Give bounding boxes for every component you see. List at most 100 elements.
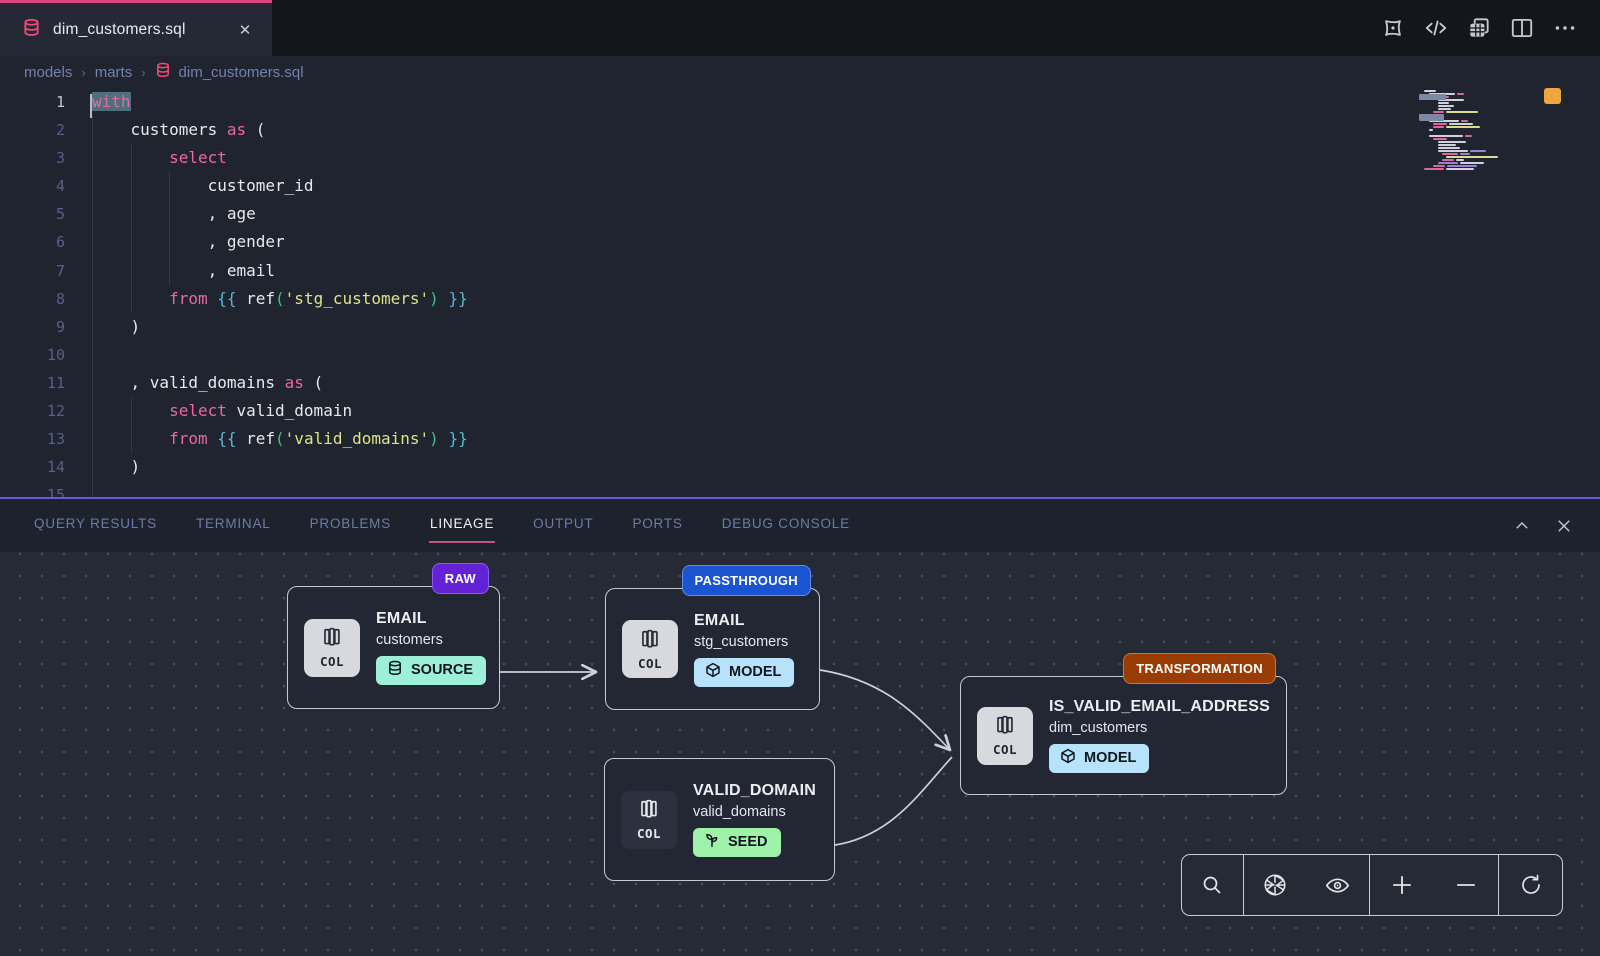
code-icon[interactable] xyxy=(1423,15,1449,41)
code-line[interactable]: 4 customer_id xyxy=(0,172,1600,200)
query-results-icon[interactable] xyxy=(1466,15,1492,41)
close-icon[interactable] xyxy=(1550,512,1578,540)
zoom-in-icon[interactable] xyxy=(1374,855,1430,915)
line-number: 4 xyxy=(0,172,65,200)
columns-icon xyxy=(639,628,661,655)
editor-tab-bar: dim_customers.sql ✕ xyxy=(0,0,1600,56)
column-tile[interactable]: COL xyxy=(621,791,677,849)
node-subtitle: customers xyxy=(376,632,486,648)
refresh-icon[interactable] xyxy=(1503,855,1559,915)
more-actions-icon[interactable] xyxy=(1552,15,1578,41)
node-subtitle: dim_customers xyxy=(1049,720,1270,736)
panel-tab-output[interactable]: OUTPUT xyxy=(532,508,594,543)
column-tile[interactable]: COL xyxy=(622,620,678,678)
code-line[interactable]: 5 , age xyxy=(0,200,1600,228)
node-title: EMAIL xyxy=(376,610,486,628)
line-number: 13 xyxy=(0,425,65,453)
lineage-toolbar xyxy=(1181,854,1563,916)
column-tile-label: COL xyxy=(320,654,344,669)
code-line[interactable]: 13 from {{ ref('valid_domains') }} xyxy=(0,425,1600,453)
code-line[interactable]: 9 ) xyxy=(0,313,1600,341)
code-line[interactable]: 15 xyxy=(0,481,1600,497)
aperture-icon[interactable] xyxy=(1247,855,1303,915)
zoom-out-icon[interactable] xyxy=(1438,855,1494,915)
database-icon xyxy=(387,660,403,680)
split-editor-icon[interactable] xyxy=(1509,15,1535,41)
toolbar-group xyxy=(1370,855,1499,915)
search-icon[interactable] xyxy=(1184,855,1240,915)
code-editor[interactable]: 1with2 customers as (3 select4 customer_… xyxy=(0,88,1600,497)
toolbar-group xyxy=(1182,855,1244,915)
lineage-tag-passthrough: PASSTHROUGH xyxy=(682,565,811,596)
line-number: 1 xyxy=(0,88,65,116)
materialization-badge-model: MODEL xyxy=(694,658,794,687)
panel-actions xyxy=(1508,512,1600,540)
lineage-canvas[interactable]: RAW COL EMAIL customers SOURCE PASSTHROU… xyxy=(0,552,1600,956)
code-line[interactable]: 6 , gender xyxy=(0,228,1600,256)
node-title: VALID_DOMAIN xyxy=(693,782,816,800)
column-tile-label: COL xyxy=(638,656,662,671)
lineage-node-customers[interactable]: RAW COL EMAIL customers SOURCE xyxy=(287,586,500,709)
column-tile[interactable]: COL xyxy=(304,619,360,677)
code-line[interactable]: 14 ) xyxy=(0,453,1600,481)
line-number: 5 xyxy=(0,200,65,228)
panel-tab-problems[interactable]: PROBLEMS xyxy=(309,508,392,543)
materialization-badge-seed: SEED xyxy=(693,828,781,857)
dbt-icon[interactable] xyxy=(1380,15,1406,41)
line-number: 12 xyxy=(0,397,65,425)
line-number: 8 xyxy=(0,285,65,313)
tab-title: dim_customers.sql xyxy=(53,21,186,39)
line-number: 9 xyxy=(0,313,65,341)
eye-icon[interactable] xyxy=(1310,855,1366,915)
breadcrumb-item-file[interactable]: dim_customers.sql xyxy=(155,62,304,82)
panel-tab-ports[interactable]: PORTS xyxy=(631,508,683,543)
line-number: 3 xyxy=(0,144,65,172)
database-icon xyxy=(155,62,171,82)
node-title: EMAIL xyxy=(694,612,794,630)
line-number: 15 xyxy=(0,481,65,497)
lineage-tag-raw: RAW xyxy=(432,563,489,594)
breadcrumb-item-models[interactable]: models xyxy=(24,64,72,81)
text-cursor xyxy=(90,94,92,118)
columns-icon xyxy=(994,714,1016,741)
app-window: dim_customers.sql ✕ models›marts›dim_cus… xyxy=(0,0,1600,956)
code-line[interactable]: 8 from {{ ref('stg_customers') }} xyxy=(0,285,1600,313)
line-number: 2 xyxy=(0,116,65,144)
line-number: 11 xyxy=(0,369,65,397)
breadcrumb-item-marts[interactable]: marts xyxy=(95,64,133,81)
code-line[interactable]: 7 , email xyxy=(0,257,1600,285)
column-tile-label: COL xyxy=(637,826,661,841)
lineage-node-valid_domains[interactable]: COL VALID_DOMAIN valid_domains SEED xyxy=(604,758,835,881)
node-subtitle: valid_domains xyxy=(693,804,816,820)
column-tile[interactable]: COL xyxy=(977,707,1033,765)
materialization-badge-model: MODEL xyxy=(1049,744,1149,773)
lineage-node-stg_customers[interactable]: PASSTHROUGH COL EMAIL stg_customers MODE… xyxy=(605,588,820,710)
chevron-up-icon[interactable] xyxy=(1508,512,1536,540)
line-number: 7 xyxy=(0,257,65,285)
code-line[interactable]: 11 , valid_domains as ( xyxy=(0,369,1600,397)
cube-icon xyxy=(1060,748,1076,768)
code-line[interactable]: 10 xyxy=(0,341,1600,369)
columns-icon xyxy=(321,626,343,653)
code-line[interactable]: 12 select valid_domain xyxy=(0,397,1600,425)
code-line[interactable]: 1with xyxy=(0,88,1600,116)
column-tile-label: COL xyxy=(993,742,1017,757)
lineage-node-dim_customers[interactable]: TRANSFORMATION COL IS_VALID_EMAIL_ADDRES… xyxy=(960,676,1287,795)
panel-tab-debug-console[interactable]: DEBUG CONSOLE xyxy=(721,508,851,543)
node-title: IS_VALID_EMAIL_ADDRESS xyxy=(1049,698,1270,716)
panel-tab-lineage[interactable]: LINEAGE xyxy=(429,508,495,543)
panel-tab-query-results[interactable]: QUERY RESULTS xyxy=(33,508,158,543)
materialization-badge-source: SOURCE xyxy=(376,656,486,685)
line-number: 6 xyxy=(0,228,65,256)
tab-dim-customers-sql[interactable]: dim_customers.sql ✕ xyxy=(0,0,272,56)
panel-tab-terminal[interactable]: TERMINAL xyxy=(195,508,272,543)
breadcrumb-separator: › xyxy=(81,65,85,80)
minimap[interactable] xyxy=(1424,90,1532,260)
line-number: 14 xyxy=(0,453,65,481)
code-line[interactable]: 2 customers as ( xyxy=(0,116,1600,144)
breadcrumb: models›marts›dim_customers.sql xyxy=(0,56,1600,88)
code-line[interactable]: 3 select xyxy=(0,144,1600,172)
database-icon xyxy=(22,18,41,42)
tab-close-icon[interactable]: ✕ xyxy=(234,19,256,41)
columns-icon xyxy=(638,798,660,825)
